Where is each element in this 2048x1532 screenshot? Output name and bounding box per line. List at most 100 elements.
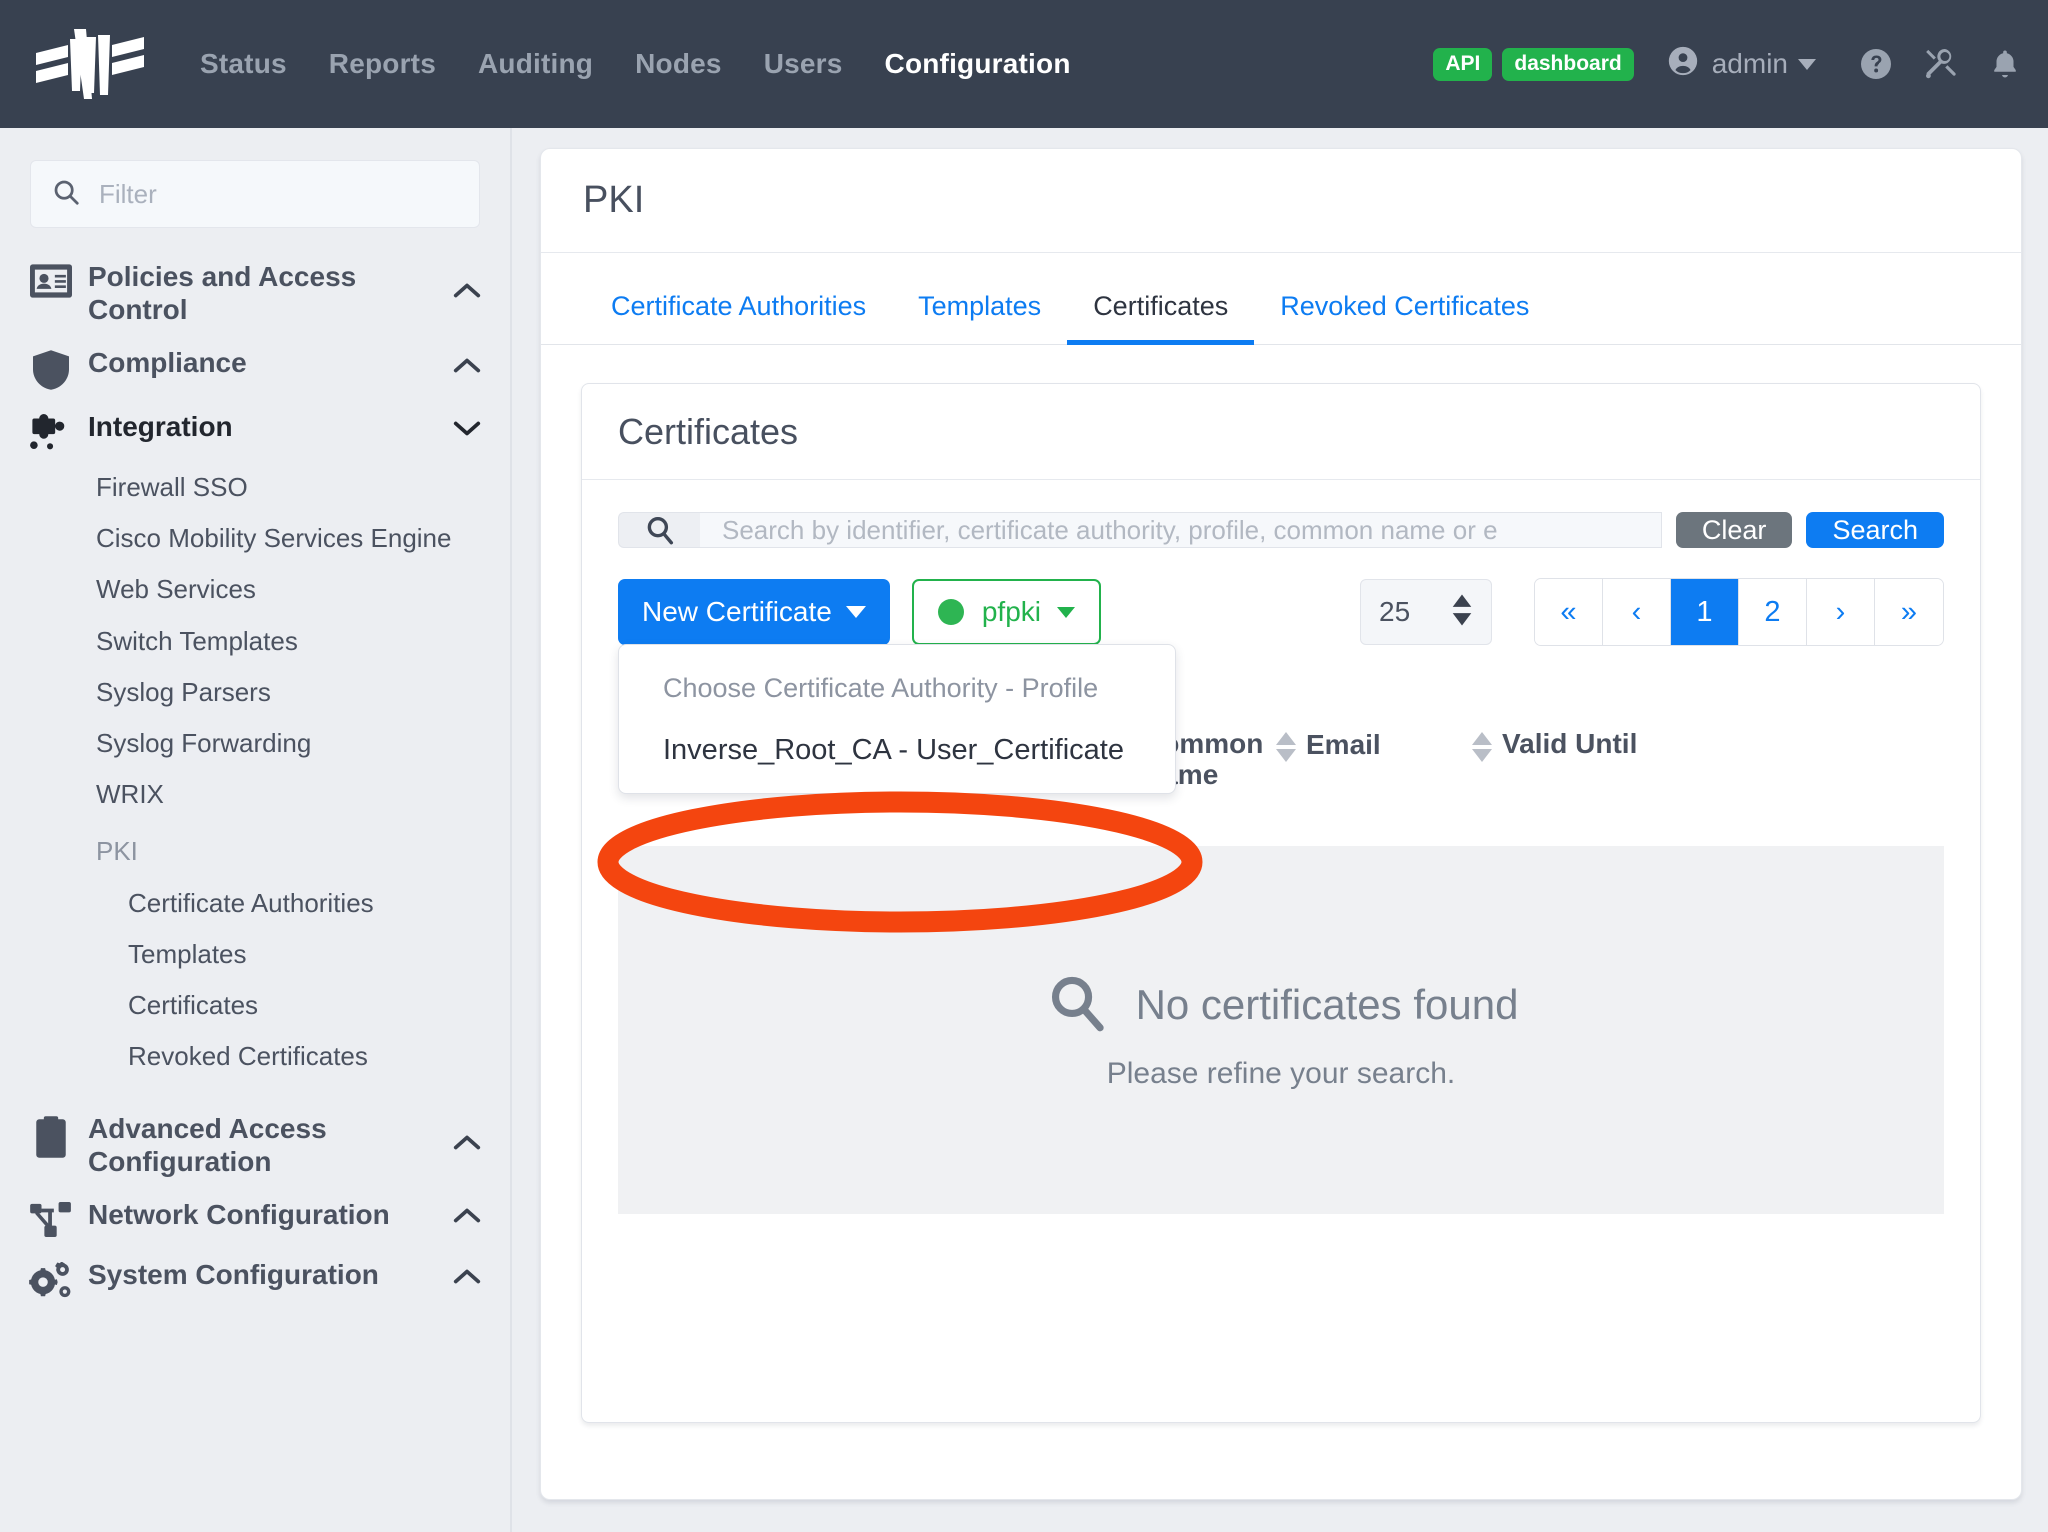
nav-link-users[interactable]: Users <box>764 48 843 80</box>
nav-link-auditing[interactable]: Auditing <box>478 48 593 80</box>
empty-state-subtitle: Please refine your search. <box>1106 1056 1456 1090</box>
sidebar-item-web-services[interactable]: Web Services <box>0 564 510 615</box>
search-button[interactable]: Search <box>1806 512 1944 548</box>
status-dot-icon <box>937 599 964 625</box>
sidebar-item-certificates[interactable]: Certificates <box>0 980 510 1031</box>
sidebar-filter[interactable] <box>30 160 480 228</box>
pagination: « ‹ 1 2 › » <box>1534 578 1944 646</box>
certificates-card-title: Certificates <box>618 410 799 452</box>
certificates-action-row: New Certificate pfpki 25 « ‹ 1 2 › » Cho… <box>582 548 1980 794</box>
certificates-card: Certificates Clear Search New Certifica <box>581 383 1981 1423</box>
page-title: PKI <box>583 179 645 221</box>
chevron-down-icon <box>1798 58 1816 70</box>
per-page-stepper[interactable]: 25 <box>1360 579 1492 645</box>
nav-link-configuration[interactable]: Configuration <box>885 48 1071 80</box>
page-first-button[interactable]: « <box>1535 579 1603 645</box>
tools-icon[interactable] <box>1922 46 1960 82</box>
sidebar-item-label: Network Configuration <box>88 1199 390 1231</box>
clipboard-icon <box>28 1112 74 1159</box>
sidebar-item-system-configuration[interactable]: System Configuration <box>0 1248 510 1310</box>
sidebar-item-advanced-access-configuration[interactable]: Advanced Access Configuration <box>0 1102 510 1188</box>
sidebar-item-revoked-certificates[interactable]: Revoked Certificates <box>0 1031 510 1082</box>
pfpki-status-label: pfpki <box>981 596 1041 627</box>
sidebar-section-pki: PKI <box>96 836 138 867</box>
empty-state-title: No certificates found <box>1135 981 1519 1028</box>
user-menu[interactable]: admin <box>1666 44 1816 85</box>
chevron-down-icon <box>1057 606 1075 618</box>
chevron-up-icon <box>452 282 482 305</box>
search-row: Clear Search <box>618 512 1944 548</box>
page-last-button[interactable]: » <box>1875 579 1943 645</box>
table-header-email[interactable]: Email <box>1276 720 1472 762</box>
chevron-up-icon <box>452 357 482 380</box>
tab-revoked-certificates[interactable]: Revoked Certificates <box>1254 291 1555 344</box>
nav-links: Status Reports Auditing Nodes Users Conf… <box>200 48 1113 80</box>
page-next-button[interactable]: › <box>1807 579 1875 645</box>
puzzle-icon <box>28 410 74 452</box>
sidebar-item-label: Advanced Access Configuration <box>88 1113 327 1178</box>
nav-link-reports[interactable]: Reports <box>329 48 436 80</box>
sort-icon <box>1276 728 1296 762</box>
user-icon <box>1666 44 1700 85</box>
dropdown-item-inverse-root-ca-user-certificate[interactable]: Inverse_Root_CA - User_Certificate <box>619 720 1175 783</box>
sidebar-item-wrix[interactable]: WRIX <box>0 769 510 820</box>
sidebar: Policies and Access Control Compliance <box>0 128 512 1532</box>
packetfence-logo-icon[interactable] <box>34 28 152 100</box>
certificates-card-header: Certificates <box>582 384 1980 480</box>
page-prev-button[interactable]: ‹ <box>1603 579 1671 645</box>
tab-templates[interactable]: Templates <box>892 291 1067 344</box>
sidebar-item-certificate-authorities[interactable]: Certificate Authorities <box>0 878 510 929</box>
page-2-button[interactable]: 2 <box>1739 579 1807 645</box>
per-page-value: 25 <box>1379 596 1411 627</box>
bell-icon[interactable] <box>1988 46 2022 82</box>
nav-link-status[interactable]: Status <box>200 48 287 80</box>
sidebar-item-syslog-forwarding[interactable]: Syslog Forwarding <box>0 718 510 769</box>
search-icon <box>618 512 700 548</box>
network-icon <box>28 1198 74 1238</box>
sidebar-item-policies-and-access-control[interactable]: Policies and Access Control <box>0 250 510 336</box>
new-certificate-button[interactable]: New Certificate <box>618 579 890 645</box>
pki-tabs: Certificate Authorities Templates Certif… <box>541 253 2021 345</box>
clear-button[interactable]: Clear <box>1675 512 1793 548</box>
chevron-down-icon <box>845 606 866 618</box>
sidebar-item-syslog-parsers[interactable]: Syslog Parsers <box>0 667 510 718</box>
page-header: PKI <box>541 149 2021 253</box>
sidebar-item-label: Compliance <box>88 347 247 379</box>
new-certificate-label: New Certificate <box>642 596 832 627</box>
sidebar-item-compliance[interactable]: Compliance <box>0 336 510 400</box>
search-icon <box>1044 970 1110 1041</box>
dropdown-header: Choose Certificate Authority - Profile <box>663 673 1099 703</box>
chevron-up-icon <box>452 1268 482 1291</box>
chevron-down-icon <box>452 420 482 443</box>
search-input[interactable] <box>700 512 1662 548</box>
nav-link-nodes[interactable]: Nodes <box>635 48 722 80</box>
table-header-valid-until[interactable]: Valid Until <box>1472 720 1672 762</box>
sidebar-item-switch-templates[interactable]: Switch Templates <box>0 616 510 667</box>
sidebar-item-cisco-mobility-services-engine[interactable]: Cisco Mobility Services Engine <box>0 513 510 564</box>
badge-dashboard[interactable]: dashboard <box>1502 47 1634 81</box>
sort-icon <box>1472 728 1492 762</box>
page-1-button[interactable]: 1 <box>1671 579 1739 645</box>
sidebar-item-firewall-sso[interactable]: Firewall SSO <box>0 462 510 513</box>
search-icon <box>51 177 81 212</box>
id-card-icon <box>28 260 74 298</box>
sidebar-item-network-configuration[interactable]: Network Configuration <box>0 1188 510 1248</box>
top-navigation-bar: Status Reports Auditing Nodes Users Conf… <box>0 0 2048 128</box>
pfpki-status-button[interactable]: pfpki <box>911 579 1101 645</box>
user-name-label: admin <box>1711 48 1788 79</box>
chevron-up-icon <box>452 1134 482 1157</box>
chevron-up-icon <box>452 1207 482 1230</box>
certificates-table: Identifier Authority Profile Common Name <box>582 720 1980 1422</box>
help-icon[interactable] <box>1858 46 1894 82</box>
certificates-toolbar: Clear Search <box>582 480 1980 548</box>
sidebar-nav: Policies and Access Control Compliance I… <box>0 250 510 1310</box>
badge-api[interactable]: API <box>1433 47 1493 81</box>
pager-group: 25 « ‹ 1 2 › » <box>1360 578 1944 646</box>
sidebar-item-label: System Configuration <box>88 1259 379 1291</box>
tab-certificates[interactable]: Certificates <box>1067 291 1255 345</box>
sidebar-item-integration[interactable]: Integration <box>0 400 510 462</box>
sidebar-item-templates[interactable]: Templates <box>0 929 510 980</box>
filter-input[interactable] <box>97 177 459 211</box>
sidebar-item-label: Integration <box>88 411 233 443</box>
tab-certificate-authorities[interactable]: Certificate Authorities <box>585 291 892 344</box>
